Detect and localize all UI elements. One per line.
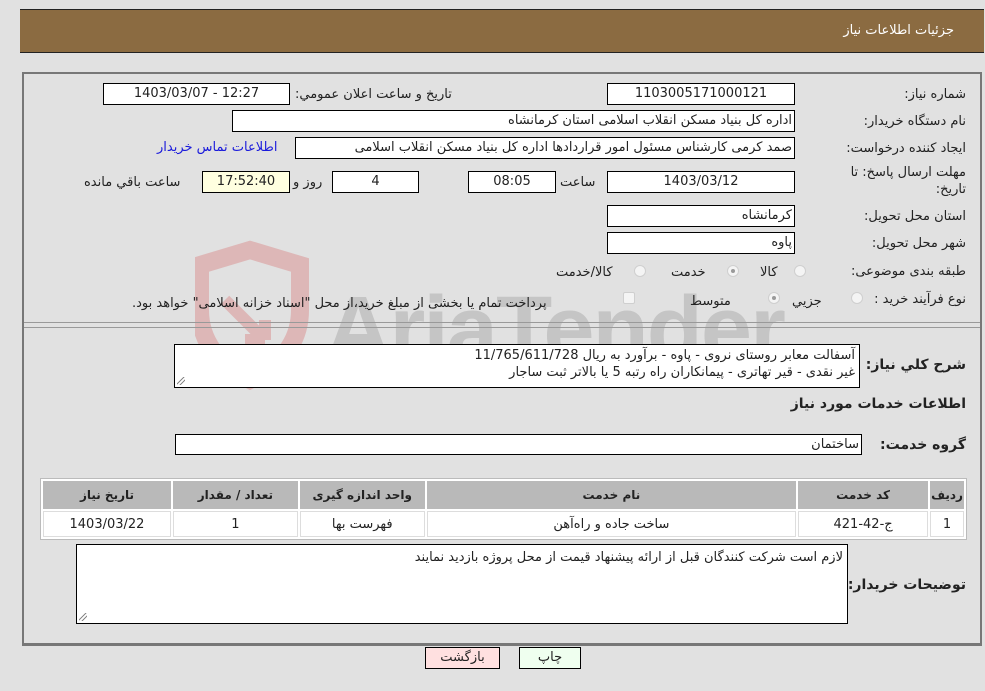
deadline-date-field: 1403/03/12 — [607, 171, 795, 193]
col-header-need-date: تاریخ نیاز — [43, 481, 171, 509]
purchase-type-label: نوع فرآیند خرید : — [874, 292, 966, 307]
services-table: ردیف کد خدمت نام خدمت واحد اندازه گیری ت… — [40, 478, 967, 540]
time-remaining-label: ساعت باقي مانده — [84, 175, 181, 190]
divider — [24, 322, 980, 323]
announce-datetime-label: تاریخ و ساعت اعلان عمومي: — [295, 87, 452, 102]
description-line-1: آسفالت معابر روستای نروی - پاوه - برآورد… — [474, 348, 855, 363]
buyer-notes-label: توضیحات خریدار: — [847, 577, 966, 593]
col-header-unit: واحد اندازه گیری — [299, 481, 425, 509]
radio-kala-khedmat-label: کالا/خدمت — [556, 265, 613, 280]
description-textarea[interactable]: آسفالت معابر روستای نروی - پاوه - برآورد… — [174, 344, 860, 388]
city-field: پاوه — [607, 232, 795, 254]
description-label: شرح کلي نیاز: — [865, 357, 966, 373]
province-field: کرمانشاه — [607, 205, 795, 227]
radio-jozi-label: جزيي — [792, 294, 822, 309]
radio-kala-khedmat[interactable] — [634, 265, 646, 277]
deadline-time-label: ساعت — [560, 175, 596, 190]
service-group-label: گروه خدمت: — [880, 437, 966, 453]
resize-grip-icon[interactable] — [177, 377, 185, 385]
cell-row-number: 1 — [930, 511, 964, 537]
table-row: 1 ج-42-421 ساخت جاده و راه‌آهن فهرست بها… — [43, 511, 964, 537]
deadline-time-field: 08:05 — [468, 171, 556, 193]
days-label: روز و — [293, 175, 323, 190]
radio-khedmat[interactable] — [727, 265, 739, 277]
radio-khedmat-label: خدمت — [671, 265, 706, 280]
divider — [24, 327, 980, 328]
table-header-row: ردیف کد خدمت نام خدمت واحد اندازه گیری ت… — [43, 481, 964, 509]
print-button[interactable]: چاپ — [519, 647, 581, 669]
cell-unit: فهرست بها — [299, 511, 425, 537]
cell-quantity: 1 — [172, 511, 298, 537]
back-button[interactable]: بازگشت — [425, 647, 500, 669]
need-number-label: شماره نیاز: — [904, 87, 966, 102]
category-label: طبقه بندی موضوعی: — [850, 264, 966, 279]
city-label: شهر محل تحویل: — [871, 236, 966, 251]
need-number-field: 1103005171000121 — [607, 83, 795, 105]
buyer-contact-link[interactable]: اطلاعات تماس خریدار — [157, 140, 277, 155]
radio-kala[interactable] — [794, 265, 806, 277]
radio-motevaset[interactable] — [768, 292, 780, 304]
radio-kala-label: کالا — [760, 265, 778, 280]
buyer-notes-text: لازم است شرکت کنندگان قبل از ارائه پیشنه… — [414, 550, 843, 565]
announce-datetime-field: 1403/03/07 - 12:27 — [103, 83, 290, 105]
deadline-label: مهلت ارسال پاسخ: تا تاریخ: — [850, 165, 966, 197]
page-header: جزئیات اطلاعات نیاز — [20, 9, 984, 53]
resize-grip-icon[interactable] — [79, 613, 87, 621]
requester-label: ایجاد کننده درخواست: — [846, 141, 966, 156]
col-header-quantity: تعداد / مقدار — [172, 481, 298, 509]
requester-field: صمد کرمی کارشناس مسئول امور قراردادها اد… — [295, 137, 795, 159]
buyer-org-field: اداره کل بنیاد مسکن انقلاب اسلامی استان … — [232, 110, 795, 132]
radio-jozi[interactable] — [851, 292, 863, 304]
services-section-title: اطلاعات خدمات مورد نیاز — [790, 396, 966, 412]
radio-motevaset-label: متوسط — [690, 294, 731, 309]
days-remaining-field: 4 — [332, 171, 419, 193]
province-label: استان محل تحویل: — [864, 209, 966, 224]
treasury-checkbox-label: پرداخت تمام یا بخشی از مبلغ خرید،از محل … — [132, 296, 547, 311]
cell-service-name: ساخت جاده و راه‌آهن — [426, 511, 797, 537]
page-title: جزئیات اطلاعات نیاز — [843, 23, 954, 38]
col-header-service-code: کد خدمت — [798, 481, 929, 509]
cell-need-date: 1403/03/22 — [43, 511, 171, 537]
buyer-notes-textarea[interactable]: لازم است شرکت کنندگان قبل از ارائه پیشنه… — [76, 544, 848, 624]
col-header-row-number: ردیف — [930, 481, 964, 509]
description-line-2: غیر نقدی - قیر تهاتری - پیمانکاران راه ر… — [509, 365, 855, 380]
treasury-checkbox[interactable] — [623, 292, 635, 304]
need-details-panel: شماره نیاز: 1103005171000121 تاریخ و ساع… — [22, 72, 982, 646]
time-remaining-field: 17:52:40 — [202, 171, 290, 193]
cell-service-code: ج-42-421 — [798, 511, 929, 537]
buyer-org-label: نام دستگاه خریدار: — [863, 114, 966, 129]
col-header-service-name: نام خدمت — [426, 481, 797, 509]
service-group-field: ساختمان — [175, 434, 862, 455]
